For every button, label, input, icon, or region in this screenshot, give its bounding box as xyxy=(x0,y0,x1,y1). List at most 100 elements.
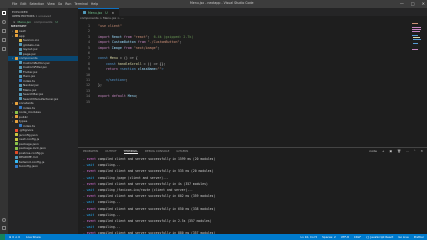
menu-item-go[interactable]: Go xyxy=(58,2,62,6)
maximize-button[interactable]: □ xyxy=(411,1,415,6)
more-icon[interactable]: … xyxy=(406,149,409,153)
source-control-icon[interactable] xyxy=(2,29,6,33)
code-line: 12}; xyxy=(78,83,102,88)
file-icon xyxy=(18,61,22,65)
code-line: 3 import React from "react"; 6.4k (gzippe… xyxy=(78,35,193,40)
terminal-select[interactable]: node xyxy=(369,149,377,153)
file-icon xyxy=(14,146,18,150)
status-item[interactable]: {} JavaScript React xyxy=(366,235,393,239)
log-tag: - event xyxy=(83,194,97,199)
open-editor-path: components xyxy=(33,19,53,24)
file-icon xyxy=(14,128,18,132)
code-token: </section> xyxy=(98,78,126,82)
panel-tab-output[interactable]: OUTPUT xyxy=(105,149,116,153)
code-token: ; xyxy=(157,45,160,50)
explorer-icon[interactable] xyxy=(2,11,6,15)
code-line: 9 return <section className = "" > xyxy=(78,67,164,72)
code-line: 11 </section>; xyxy=(78,78,128,83)
file-icon xyxy=(14,151,18,155)
code-token: 6.4k (gzipped: 2.7k) xyxy=(153,34,194,39)
line-number: 9 xyxy=(88,67,90,72)
code-line: 1 "use client" xyxy=(78,24,122,29)
menu-item-selection[interactable]: Selection xyxy=(30,2,45,6)
panel-tab-gitlens[interactable]: GITLENS xyxy=(176,149,188,153)
menu-item-view[interactable]: View xyxy=(47,2,55,6)
log-message: compiling /favicon.ico/route (client and… xyxy=(94,187,193,192)
code-token: return xyxy=(98,67,120,72)
log-tag: - wait xyxy=(83,175,95,180)
extensions-icon[interactable] xyxy=(2,47,6,51)
code-token: Image xyxy=(111,45,124,50)
panel-tab-debug-console[interactable]: DEBUG CONSOLE xyxy=(145,149,170,153)
activity-bar xyxy=(0,8,8,234)
menu-item-terminal[interactable]: Terminal xyxy=(74,2,87,6)
code-token: = () => { xyxy=(119,56,138,61)
account-icon[interactable] xyxy=(2,218,6,222)
close-window-button[interactable]: ✕ xyxy=(422,1,425,6)
panel-tab-terminal[interactable]: TERMINAL xyxy=(123,149,138,154)
status-item[interactable]: Prettier xyxy=(414,235,424,239)
menu-item-file[interactable]: File xyxy=(12,2,17,6)
code-token: "next/image" xyxy=(133,45,158,50)
search-icon[interactable] xyxy=(2,20,6,24)
code-token: from xyxy=(137,40,148,45)
minimap[interactable] xyxy=(412,21,422,81)
code-token: default xyxy=(111,94,128,99)
code-token: "use client" xyxy=(98,24,122,28)
log-tag: - event xyxy=(83,206,97,211)
gear-icon[interactable] xyxy=(2,226,6,230)
tab-menu-jsx[interactable]: Menu.jsx U × xyxy=(78,8,120,16)
log-message: compiling... xyxy=(94,225,121,230)
editor-tabs: Menu.jsx U × xyxy=(78,8,427,16)
file-item[interactable]: tsconfig.json xyxy=(8,164,78,169)
problems-indicator[interactable]: ⊗ 0 ⚠ 0 xyxy=(9,235,20,239)
code-token: const xyxy=(98,56,110,61)
code-line: 5 import Image from "next/image"; xyxy=(78,46,160,51)
log-tag: - event xyxy=(83,169,97,174)
maximize-panel-icon[interactable]: ˄ xyxy=(414,149,416,153)
bottom-panel: PROBLEMS OUTPUT TERMINAL DEBUG CONSOLE GITLE… xyxy=(78,147,427,236)
menu-item-run[interactable]: Run xyxy=(65,2,71,6)
menu-item-edit[interactable]: Edit xyxy=(20,2,26,6)
run-debug-icon[interactable] xyxy=(2,38,6,42)
log-tag: - wait xyxy=(83,212,95,217)
status-item[interactable]: Ln 10, Col 5 xyxy=(300,235,317,239)
status-item[interactable]: CRLF xyxy=(354,235,361,239)
panel-tab-problems[interactable]: PROBLEMS xyxy=(83,149,98,153)
line-number: 12 xyxy=(86,83,90,88)
explorer-sidebar: EXPLORER OPEN EDITORS 1 unsaved × Menu.j… xyxy=(8,8,78,234)
split-terminal-icon[interactable]: ▣ xyxy=(389,149,392,153)
log-tag: - wait xyxy=(83,200,95,205)
trash-icon[interactable]: 🗑 xyxy=(397,149,401,153)
code-token: ; xyxy=(135,94,138,99)
line-number: 11 xyxy=(86,78,90,82)
live-share-button[interactable]: Live Share xyxy=(26,235,41,239)
minimize-button[interactable]: — xyxy=(400,1,404,6)
code-token: import xyxy=(98,40,112,45)
code-line: 13 xyxy=(78,89,98,94)
close-icon[interactable]: × xyxy=(13,20,16,24)
line-number: 8 xyxy=(88,61,90,66)
code-token: from xyxy=(123,34,134,39)
new-terminal-icon[interactable]: + xyxy=(382,149,385,153)
line-number: 2 xyxy=(88,29,90,34)
remote-indicator-icon[interactable] xyxy=(0,234,5,240)
status-item[interactable]: Go Live xyxy=(398,235,408,239)
code-editor[interactable]: 1 "use client" 2 3 import React from "react"… xyxy=(78,21,427,147)
status-item[interactable]: Spaces: 2 xyxy=(322,235,336,239)
code-line: 7 const Menu = () => { xyxy=(78,56,138,61)
status-item[interactable]: UTF-8 xyxy=(341,235,349,239)
code-line: 2 xyxy=(78,29,98,34)
log-message: compiled client and server successfully … xyxy=(96,157,216,161)
file-icon xyxy=(14,160,18,164)
folder-icon xyxy=(14,110,18,114)
close-panel-icon[interactable]: ✕ xyxy=(420,149,423,153)
line-number: 13 xyxy=(86,88,90,93)
menu-item-help[interactable]: Help xyxy=(91,2,98,6)
terminal-output[interactable]: - event compiled client and server succe… xyxy=(83,156,215,236)
log-tag: - event xyxy=(83,181,97,186)
window-controls: — □ ✕ xyxy=(400,1,425,6)
file-icon xyxy=(18,43,22,47)
close-tab-icon[interactable]: × xyxy=(112,11,115,15)
code-line: 14 export default Menu; xyxy=(78,94,138,99)
